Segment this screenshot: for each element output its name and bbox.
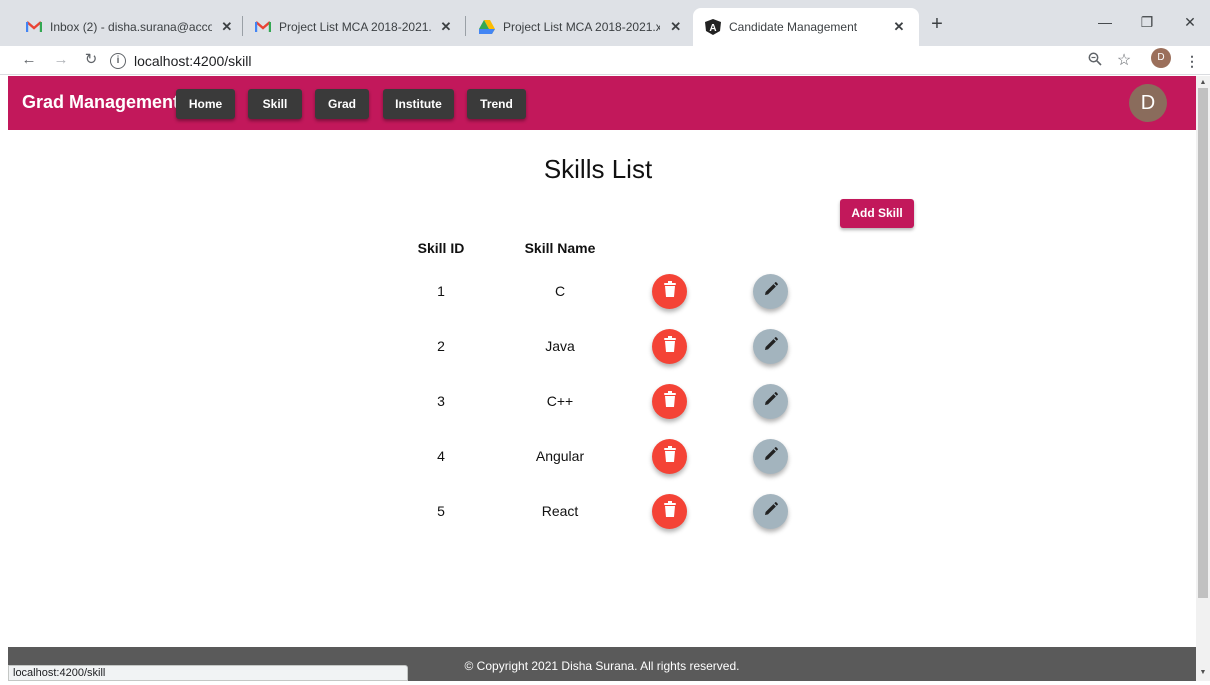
edit-skill-button[interactable] xyxy=(753,384,788,419)
browser-tabstrip: Inbox (2) - disha.surana@accolite ✕ Proj… xyxy=(0,0,1210,46)
nav-home-button[interactable]: Home xyxy=(176,89,235,119)
brand-title[interactable]: Grad Management xyxy=(22,92,179,113)
skill-id-cell: 2 xyxy=(437,338,445,354)
restore-icon[interactable]: ❐ xyxy=(1132,10,1162,34)
scroll-up-icon[interactable]: ▲ xyxy=(1198,78,1208,88)
tab-title: Inbox (2) - disha.surana@accolite xyxy=(50,20,212,34)
nav-skill-button[interactable]: Skill xyxy=(248,89,302,119)
svg-text:A: A xyxy=(709,23,716,34)
close-icon[interactable]: ✕ xyxy=(220,19,234,35)
tab-gmail-inbox[interactable]: Inbox (2) - disha.surana@accolite ✕ xyxy=(14,8,246,46)
delete-skill-button[interactable] xyxy=(652,274,687,309)
scroll-down-icon[interactable]: ▼ xyxy=(1198,668,1208,678)
tab-title: Candidate Management xyxy=(729,20,858,34)
app-navbar: Grad Management Home Skill Grad Institut… xyxy=(8,76,1196,130)
menu-kebab-icon[interactable]: ⋮ xyxy=(1182,51,1202,71)
minimize-icon[interactable]: — xyxy=(1090,10,1120,34)
skill-name-cell: React xyxy=(541,503,579,519)
status-bar-url: localhost:4200/skill xyxy=(8,665,408,681)
tab-candidate-management[interactable]: A Candidate Management ✕ xyxy=(693,8,919,46)
close-icon[interactable]: ✕ xyxy=(439,19,453,35)
skill-id-cell: 1 xyxy=(437,283,445,299)
tab-separator xyxy=(465,16,466,36)
nav-trend-button[interactable]: Trend xyxy=(467,89,526,119)
tab-project-list-2[interactable]: Project List MCA 2018-2021.xlsx ✕ xyxy=(467,8,695,46)
skill-name-cell: C++ xyxy=(546,393,574,409)
gmail-icon xyxy=(255,19,271,35)
scrollbar-thumb[interactable] xyxy=(1198,88,1208,598)
page-title: Skills List xyxy=(543,154,653,184)
edit-skill-button[interactable] xyxy=(753,439,788,474)
copyright-text: © Copyright 2021 Disha Surana. All right… xyxy=(464,659,740,673)
trash-icon xyxy=(663,281,677,302)
column-header-skill-name: Skill Name xyxy=(524,240,596,256)
user-avatar[interactable]: D xyxy=(1129,84,1167,122)
pencil-icon xyxy=(764,282,778,301)
info-icon[interactable]: i xyxy=(110,52,126,69)
close-icon[interactable]: ✕ xyxy=(668,19,683,35)
nav-institute-button[interactable]: Institute xyxy=(383,89,454,119)
reload-icon[interactable]: ↻ xyxy=(80,49,102,71)
tab-title: Project List MCA 2018-2021.xlsx xyxy=(503,20,661,34)
trash-icon xyxy=(663,391,677,412)
address-bar[interactable]: i localhost:4200/skill xyxy=(110,48,1140,73)
nav-grad-button[interactable]: Grad xyxy=(315,89,369,119)
trash-icon xyxy=(663,336,677,357)
pencil-icon xyxy=(764,447,778,466)
new-tab-button[interactable]: + xyxy=(925,13,949,37)
edit-skill-button[interactable] xyxy=(753,329,788,364)
skill-id-cell: 3 xyxy=(437,393,445,409)
google-drive-icon xyxy=(479,19,495,35)
tab-title: Project List MCA 2018-2021.xlsx xyxy=(279,20,431,34)
pencil-icon xyxy=(764,502,778,521)
skill-name-cell: C xyxy=(554,283,566,299)
skill-id-cell: 4 xyxy=(437,448,445,464)
angular-icon: A xyxy=(705,19,721,35)
back-icon[interactable]: ← xyxy=(18,49,40,71)
zoom-icon[interactable] xyxy=(1085,51,1105,71)
pencil-icon xyxy=(764,392,778,411)
delete-skill-button[interactable] xyxy=(652,494,687,529)
forward-icon[interactable]: → xyxy=(50,49,72,71)
pencil-icon xyxy=(764,337,778,356)
skill-name-cell: Java xyxy=(545,338,575,354)
trash-icon xyxy=(663,501,677,522)
close-icon[interactable]: ✕ xyxy=(891,19,907,35)
delete-skill-button[interactable] xyxy=(652,439,687,474)
tab-project-list-1[interactable]: Project List MCA 2018-2021.xlsx ✕ xyxy=(243,8,465,46)
delete-skill-button[interactable] xyxy=(652,329,687,364)
bookmark-star-icon[interactable]: ☆ xyxy=(1114,51,1134,71)
close-window-icon[interactable]: ✕ xyxy=(1175,10,1205,34)
column-header-skill-id: Skill ID xyxy=(417,240,465,256)
skill-id-cell: 5 xyxy=(437,503,445,519)
page-scrollbar[interactable]: ▲ ▼ xyxy=(1196,76,1210,681)
edit-skill-button[interactable] xyxy=(753,274,788,309)
gmail-icon xyxy=(26,19,42,35)
browser-toolbar: ← → ↻ i localhost:4200/skill ☆ ⋮ xyxy=(0,46,1210,75)
trash-icon xyxy=(663,446,677,467)
url-text: localhost:4200/skill xyxy=(134,52,252,69)
delete-skill-button[interactable] xyxy=(652,384,687,419)
add-skill-button[interactable]: Add Skill xyxy=(840,199,914,228)
edit-skill-button[interactable] xyxy=(753,494,788,529)
browser-profile-avatar[interactable]: D xyxy=(1151,48,1171,68)
skill-name-cell: Angular xyxy=(535,448,585,464)
